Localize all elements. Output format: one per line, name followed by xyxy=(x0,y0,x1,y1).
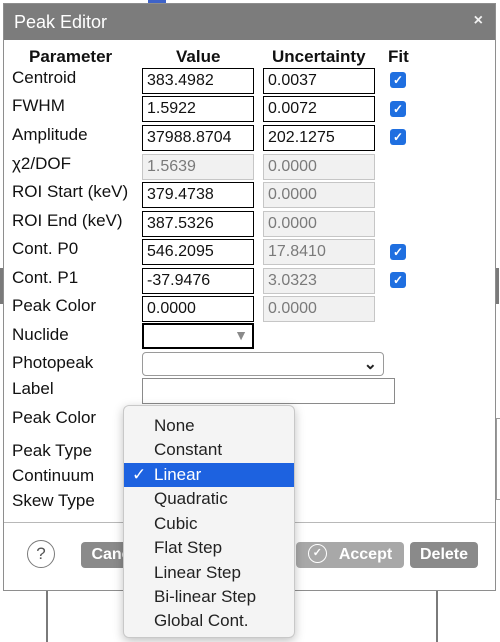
check-circle-icon: ✓ xyxy=(307,544,327,564)
accept-button-label: Accept xyxy=(338,546,393,563)
check-icon: ✓ xyxy=(132,465,147,484)
photopeak-select[interactable]: ⌄ xyxy=(142,352,384,376)
peak-color-uncertainty-field: 0.0000 xyxy=(263,296,375,322)
background-panel xyxy=(496,418,500,500)
label-peak-type: Peak Type xyxy=(12,441,93,460)
fwhm-value-input[interactable]: 1.5922 xyxy=(142,96,254,122)
label-continuum: Continuum xyxy=(12,466,95,485)
cont-p1-fit-checkbox[interactable]: ✓ xyxy=(390,272,406,288)
label-input[interactable] xyxy=(142,378,395,404)
chevron-down-icon: ⌄ xyxy=(363,356,377,373)
roi-end-value-input[interactable]: 387.5326 xyxy=(142,211,254,237)
centroid-uncertainty-input[interactable]: 0.0037 xyxy=(263,68,375,94)
roi-start-uncertainty-field: 0.0000 xyxy=(263,182,375,208)
continuum-option-linear-label: Linear xyxy=(154,465,202,484)
header-uncertainty: Uncertainty xyxy=(272,47,366,66)
continuum-option-global-cont[interactable]: Global Cont. xyxy=(124,609,294,633)
label-fwhm: FWHM xyxy=(12,96,65,115)
fwhm-fit-checkbox[interactable]: ✓ xyxy=(390,101,406,117)
continuum-option-quadratic[interactable]: Quadratic xyxy=(124,487,294,511)
label-chi2-dof: χ2/DOF xyxy=(12,154,71,173)
continuum-option-linear[interactable]: ✓ Linear xyxy=(124,463,294,487)
cont-p0-value-input[interactable]: 546.2095 xyxy=(142,239,254,265)
chi2-dof-value-field: 1.5639 xyxy=(142,154,254,180)
background-frame-line xyxy=(496,268,499,304)
dialog-title: Peak Editor xyxy=(14,12,108,32)
label-photopeak: Photopeak xyxy=(12,353,94,372)
header-value: Value xyxy=(176,47,221,66)
continuum-option-none[interactable]: None xyxy=(124,414,294,438)
label-peak-color: Peak Color xyxy=(12,408,97,427)
roi-start-value-input[interactable]: 379.4738 xyxy=(142,182,254,208)
label-cont-p1: Cont. P1 xyxy=(12,268,79,287)
help-button[interactable]: ? xyxy=(27,540,55,568)
continuum-option-linear-step[interactable]: Linear Step xyxy=(124,561,294,585)
header-fit: Fit xyxy=(388,47,409,66)
centroid-value-input[interactable]: 383.4982 xyxy=(142,68,254,94)
chi2-dof-uncertainty-field: 0.0000 xyxy=(263,154,375,180)
label-label: Label xyxy=(12,379,54,398)
accept-button[interactable]: ✓ Accept xyxy=(296,542,404,568)
label-nuclide: Nuclide xyxy=(12,325,69,344)
centroid-fit-checkbox[interactable]: ✓ xyxy=(390,72,406,88)
peak-color-value-input[interactable]: 0.0000 xyxy=(142,296,254,322)
delete-button[interactable]: Delete xyxy=(410,542,478,568)
continuum-option-bilinear-step[interactable]: Bi-linear Step xyxy=(124,585,294,609)
continuum-option-constant[interactable]: Constant xyxy=(124,438,294,462)
amplitude-fit-checkbox[interactable]: ✓ xyxy=(390,129,406,145)
fwhm-uncertainty-input[interactable]: 0.0072 xyxy=(263,96,375,122)
label-centroid: Centroid xyxy=(12,68,77,87)
cont-p1-value-input[interactable]: -37.9476 xyxy=(142,268,254,294)
continuum-option-cubic[interactable]: Cubic xyxy=(124,512,294,536)
background-frame-line xyxy=(46,591,48,642)
nuclide-select[interactable]: ▼ xyxy=(142,323,254,349)
label-cont-p0: Cont. P0 xyxy=(12,239,79,258)
dropdown-arrow-icon: ▼ xyxy=(234,327,248,343)
continuum-dropdown-menu: None Constant ✓ Linear Quadratic Cubic Fl… xyxy=(123,405,295,638)
label-amplitude: Amplitude xyxy=(12,125,88,144)
header-parameter: Parameter xyxy=(29,47,113,66)
cont-p0-uncertainty-field: 17.8410 xyxy=(263,239,375,265)
label-roi-start: ROI Start (keV) xyxy=(12,182,129,201)
cont-p0-fit-checkbox[interactable]: ✓ xyxy=(390,244,406,260)
label-peak-color-value: Peak Color xyxy=(12,296,97,315)
label-skew-type: Skew Type xyxy=(12,491,95,510)
dialog-titlebar[interactable]: Peak Editor × xyxy=(4,4,495,40)
roi-end-uncertainty-field: 0.0000 xyxy=(263,211,375,237)
continuum-option-flat-step[interactable]: Flat Step xyxy=(124,536,294,560)
label-roi-end: ROI End (keV) xyxy=(12,211,123,230)
close-icon[interactable]: × xyxy=(474,12,483,30)
amplitude-uncertainty-input[interactable]: 202.1275 xyxy=(263,125,375,151)
background-frame-line xyxy=(436,591,438,642)
cont-p1-uncertainty-field: 3.0323 xyxy=(263,268,375,294)
amplitude-value-input[interactable]: 37988.8704 xyxy=(142,125,254,151)
